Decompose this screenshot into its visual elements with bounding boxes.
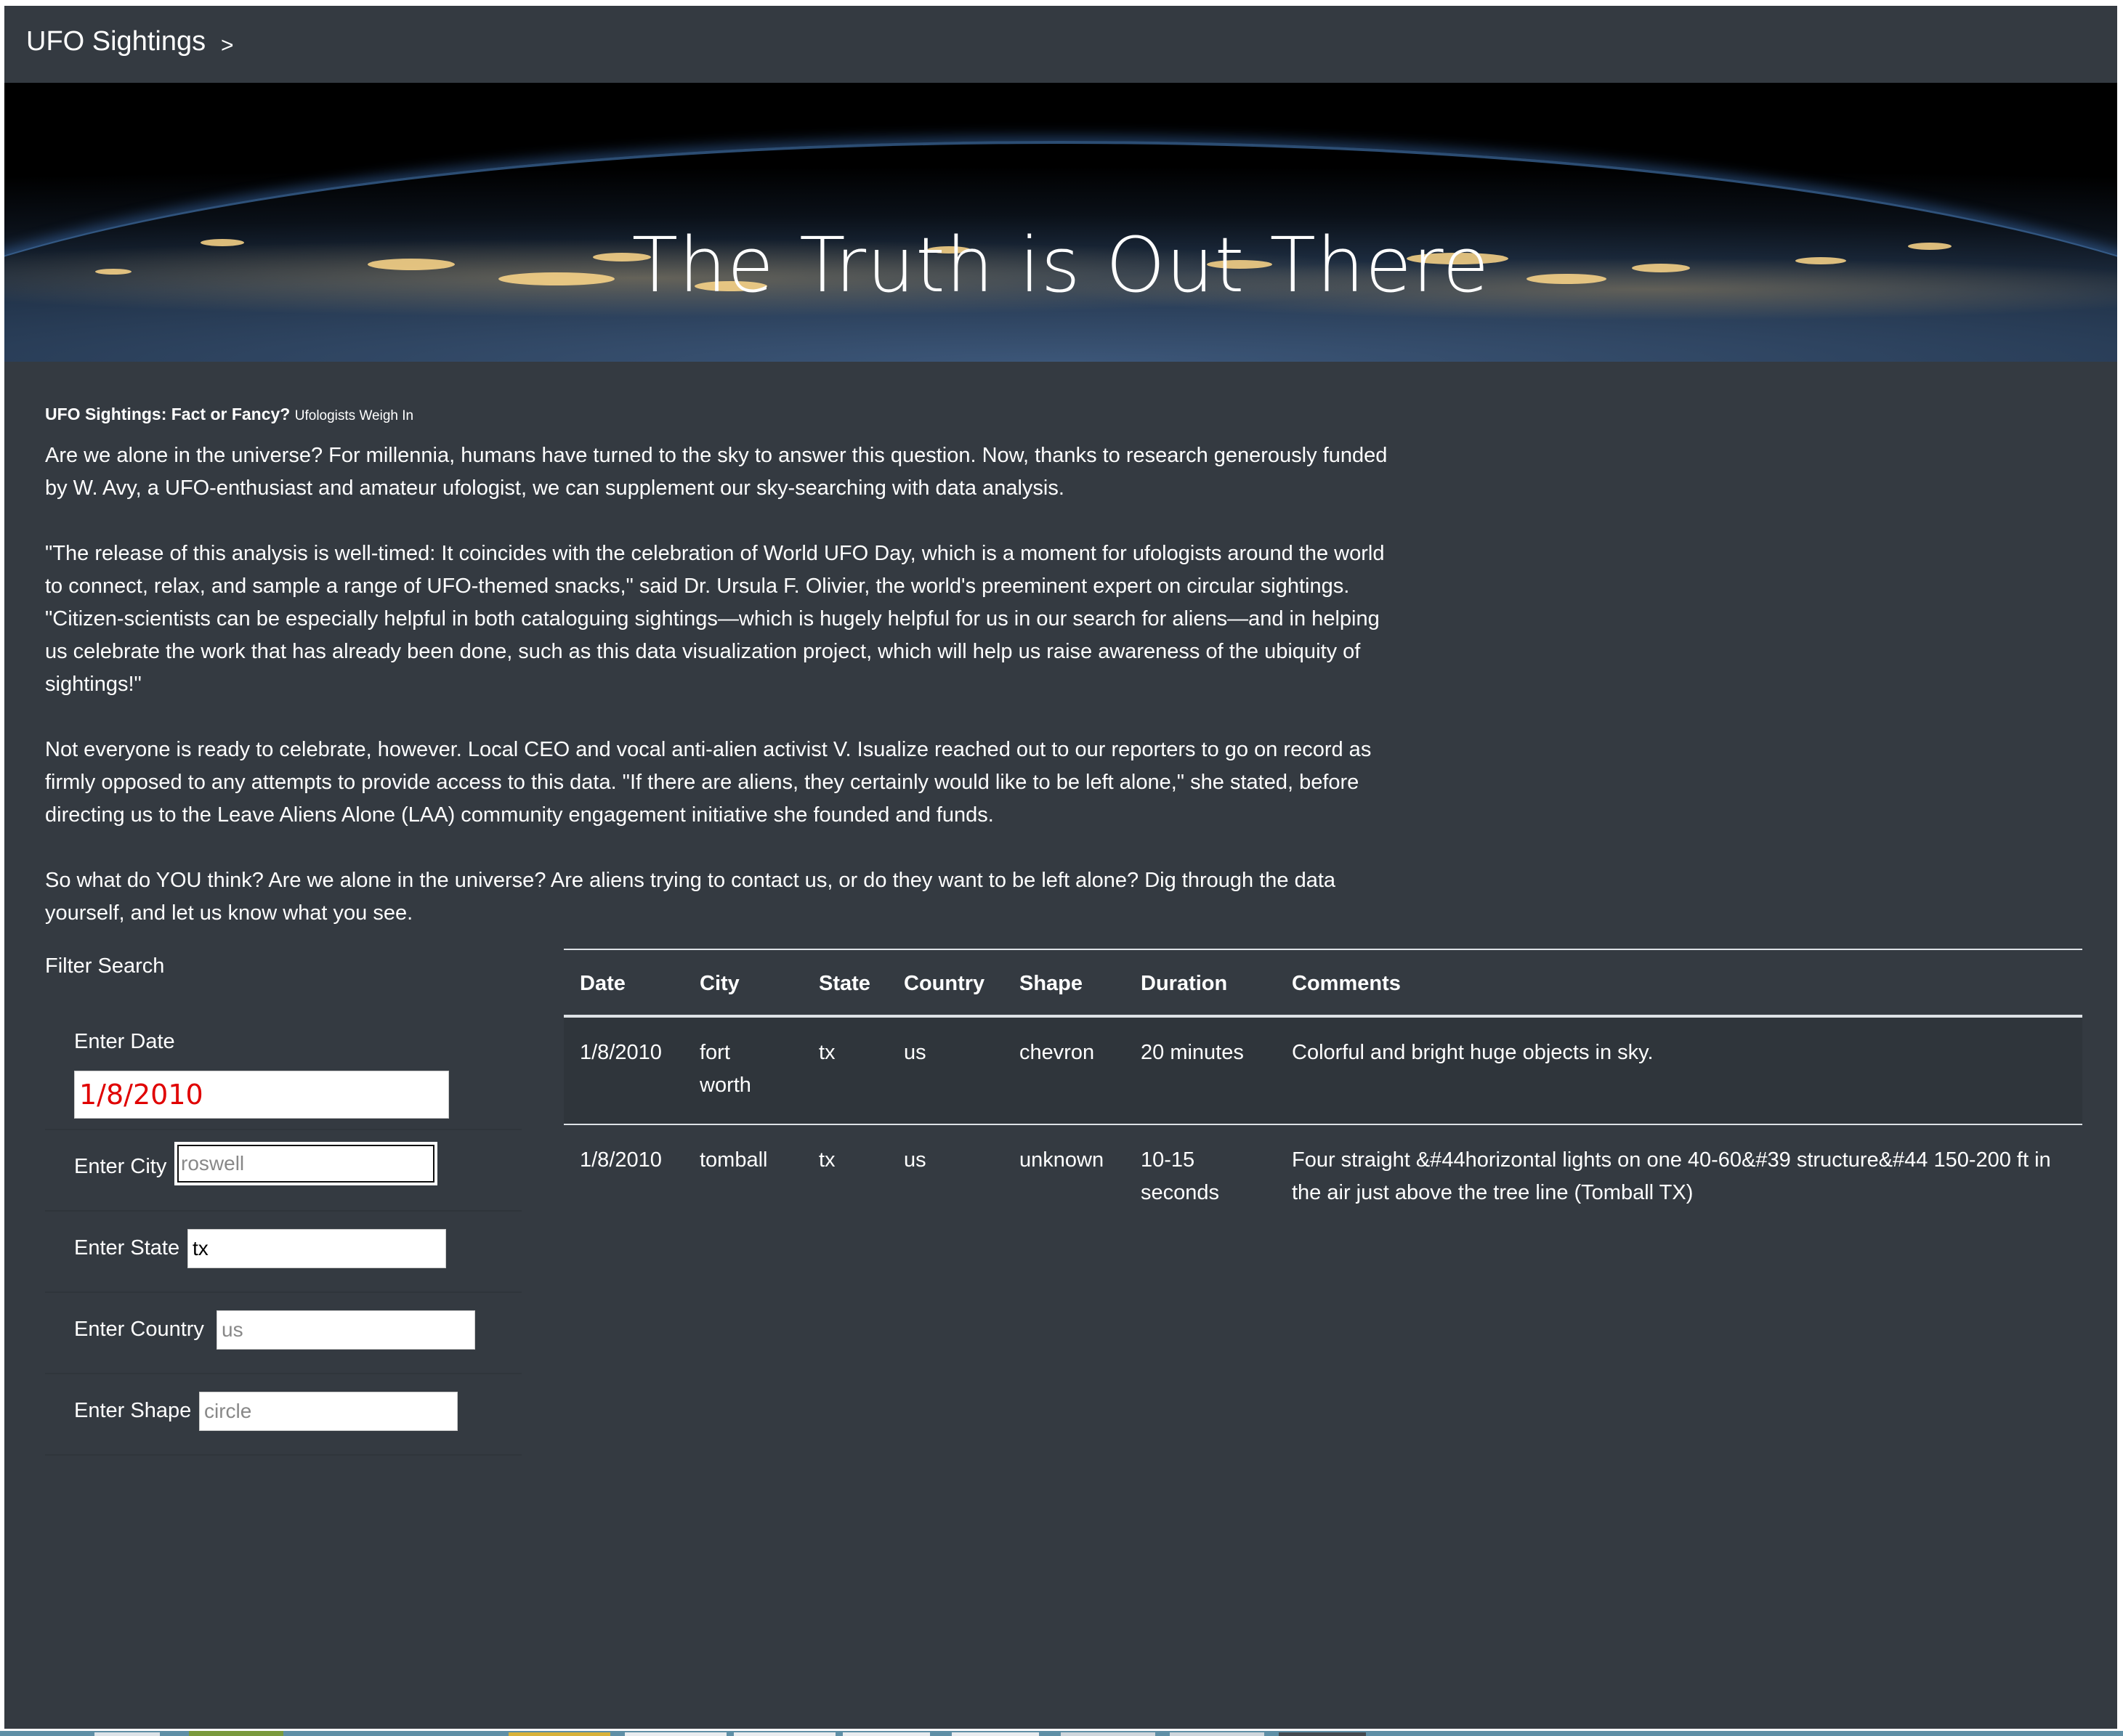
cell-state: tx: [819, 1041, 836, 1064]
filter-row-state: Enter State: [45, 1210, 522, 1293]
article-heading: UFO Sightings: Fact or Fancy? Ufologists…: [45, 404, 1396, 426]
cell-city: fort worth: [700, 1041, 751, 1097]
cell-shape: unknown: [1003, 1124, 1125, 1231]
nav-chevron-icon[interactable]: >: [221, 33, 234, 58]
city-label: Enter City: [74, 1155, 167, 1178]
column-header-comments: Comments: [1276, 949, 2082, 1018]
column-header-shape: Shape: [1003, 949, 1125, 1018]
country-label: Enter Country: [74, 1318, 204, 1341]
city-input[interactable]: [174, 1142, 437, 1185]
desktop-taskbar-strip: [0, 1729, 2123, 1736]
column-header-state: State: [803, 949, 888, 1018]
hero-banner: The Truth is Out There: [4, 83, 2117, 362]
filter-row-country: Enter Country: [45, 1291, 522, 1374]
cell-country: us: [888, 1124, 1003, 1231]
column-header-duration: Duration: [1125, 949, 1276, 1018]
table-header-row: Date City State Country Shape Duration C…: [564, 949, 2082, 1018]
cell-city: tomball: [684, 1124, 803, 1231]
article-paragraph: Not everyone is ready to celebrate, howe…: [45, 738, 1372, 827]
country-input[interactable]: [217, 1310, 475, 1350]
table-row: 1/8/2010 fort worth tx us chevron 20 min…: [564, 1016, 2082, 1124]
filter-search-title: Filter Search: [45, 954, 165, 978]
date-input[interactable]: [74, 1071, 449, 1119]
app-window: UFO Sightings > The Truth is Out There U…: [4, 6, 2117, 1729]
column-header-country: Country: [888, 949, 1003, 1018]
filter-row-city: Enter City: [45, 1129, 522, 1212]
shape-input[interactable]: [199, 1392, 458, 1431]
cell-duration: 10-15 seconds: [1125, 1124, 1276, 1231]
state-label: Enter State: [74, 1236, 180, 1260]
filter-row-shape: Enter Shape: [45, 1373, 522, 1456]
article: UFO Sightings: Fact or Fancy? Ufologists…: [45, 404, 1396, 962]
date-label: Enter Date: [74, 1030, 175, 1053]
cell-date: 1/8/2010: [580, 1041, 662, 1064]
brand-link[interactable]: UFO Sightings: [26, 26, 206, 57]
table-row: 1/8/2010 tomball tx us unknown 10-15 sec…: [564, 1124, 2082, 1231]
cell-state: tx: [803, 1124, 888, 1231]
article-title: UFO Sightings: Fact or Fancy?: [45, 405, 291, 423]
filter-row-date: Enter Date: [45, 1008, 522, 1130]
cell-date: 1/8/2010: [564, 1124, 684, 1231]
cell-comments: Four straight &#44horizontal lights on o…: [1276, 1124, 2082, 1231]
article-subtitle: Ufologists Weigh In: [294, 408, 414, 423]
ufo-table: Date City State Country Shape Duration C…: [564, 949, 2082, 1231]
cell-duration: 20 minutes: [1141, 1041, 1244, 1064]
results-table-container: Date City State Country Shape Duration C…: [564, 949, 2082, 1231]
taskbar-thumbnails: [0, 1731, 2123, 1736]
column-header-date: Date: [564, 949, 684, 1018]
article-paragraph: "The release of this analysis is well-ti…: [45, 542, 1385, 696]
column-header-city: City: [684, 949, 803, 1018]
article-paragraph: Are we alone in the universe? For millen…: [45, 444, 1388, 500]
filter-panel: Enter Date Enter City Enter State Enter …: [45, 1008, 522, 1460]
hero-title: The Truth is Out There: [631, 220, 1490, 309]
cell-country: us: [904, 1041, 926, 1064]
article-paragraph: So what do YOU think? Are we alone in th…: [45, 869, 1336, 925]
cell-comments: Colorful and bright huge objects in sky.: [1292, 1041, 1654, 1064]
shape-label: Enter Shape: [74, 1399, 192, 1422]
state-input[interactable]: [187, 1229, 446, 1268]
navbar: UFO Sightings >: [4, 6, 2117, 83]
cell-shape: chevron: [1019, 1041, 1095, 1064]
